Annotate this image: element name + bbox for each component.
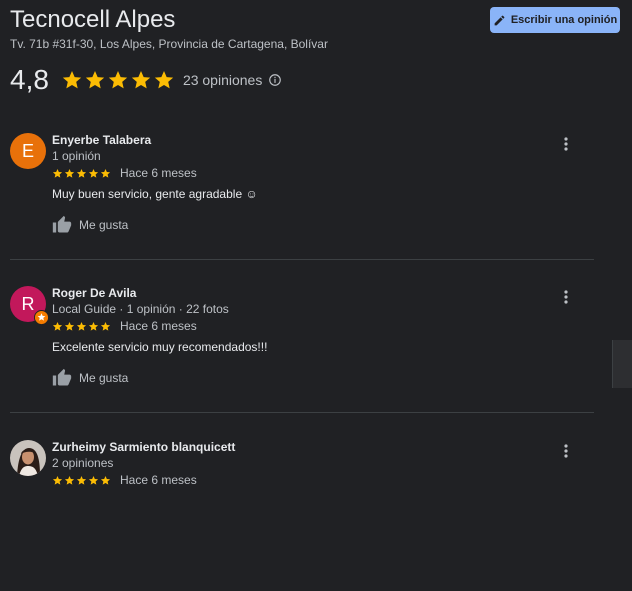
avatar[interactable]: R [10,286,49,325]
business-name: Tecnocell Alpes [10,6,176,33]
rating-summary: 4,8 23 opiniones [10,62,282,98]
review-divider [10,259,594,260]
star-icon [76,321,87,331]
more-options-button[interactable] [558,135,574,153]
more-vert-icon [564,137,568,151]
avatar-letter: E [21,140,34,161]
review-date: Hace 6 meses [120,319,197,333]
review-stars [52,321,111,332]
star-icon [100,168,111,178]
more-vert-icon [564,290,568,304]
more-options-button[interactable] [558,288,574,306]
like-button[interactable]: Me gusta [52,215,128,235]
review-divider [10,412,594,413]
review-author-meta: 2 opiniones [52,456,114,470]
review-text: Excelente servicio muy recomendados!!! [52,340,268,354]
star-icon [76,168,87,178]
more-options-button[interactable] [558,442,574,460]
star-icon [64,321,75,331]
review-date: Hace 6 meses [120,473,197,487]
rating-stars [61,69,175,91]
star-icon [52,475,63,485]
review-rating: Hace 6 meses [52,473,197,487]
review-item: Zurheimy Sarmiento blanquicett 2 opinion… [10,438,594,591]
local-guide-badge-icon [34,310,49,325]
thumb-up-icon [52,215,72,233]
review-rating: Hace 6 meses [52,319,197,333]
review-date: Hace 6 meses [120,166,197,180]
scrollbar-thumb[interactable] [612,340,632,388]
like-label: Me gusta [79,371,129,385]
star-icon [64,475,75,485]
star-icon [62,71,82,89]
write-review-button[interactable]: Escribir una opinión [490,7,620,33]
info-icon[interactable] [268,73,282,87]
review-author-meta: Local Guide · 1 opinión · 22 fotos [52,302,229,316]
profile-photo-icon [10,440,46,476]
like-label: Me gusta [79,218,129,232]
like-button[interactable]: Me gusta [52,368,128,388]
review-author-meta: 1 opinión [52,149,101,163]
review-author[interactable]: Enyerbe Talabera [52,133,151,147]
review-item: E Enyerbe Talabera 1 opinión Hace 6 mese… [10,131,594,284]
review-stars [52,475,111,486]
review-author[interactable]: Roger De Avila [52,286,136,300]
review-author[interactable]: Zurheimy Sarmiento blanquicett [52,440,235,454]
star-icon [100,475,111,485]
avatar-letter: R [21,293,35,314]
star-icon [100,321,111,331]
review-item: R Roger De Avila Local Guide · 1 opinión… [10,284,594,437]
star-icon [154,71,174,89]
star-icon [108,71,128,89]
review-count[interactable]: 23 opiniones [183,72,262,88]
star-icon [85,71,105,89]
thumb-up-icon [52,368,72,386]
business-address: Tv. 71b #31f-30, Los Alpes, Provincia de… [10,37,328,51]
review-stars [52,168,111,179]
write-review-label: Escribir una opinión [510,14,618,26]
more-vert-icon [564,444,568,458]
star-icon [64,168,75,178]
star-icon [76,475,87,485]
star-icon [88,168,99,178]
star-icon [88,321,99,331]
review-text: Muy buen servicio, gente agradable ☺ [52,187,258,201]
average-rating: 4,8 [10,64,49,95]
review-rating: Hace 6 meses [52,166,197,180]
star-icon [52,168,63,178]
avatar[interactable]: E [10,133,46,169]
pencil-icon [494,15,505,25]
star-icon [52,321,63,331]
star-icon [88,475,99,485]
star-icon [131,71,151,89]
avatar[interactable] [10,440,46,476]
